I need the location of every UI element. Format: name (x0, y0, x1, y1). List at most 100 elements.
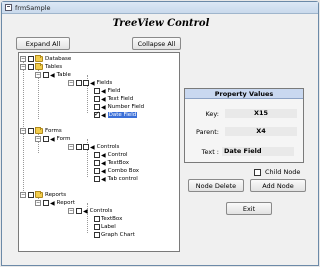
tree-node-label: Report (56, 200, 75, 206)
node-checkbox[interactable] (43, 136, 49, 142)
tree-node-forms[interactable]: − Forms (20, 127, 62, 135)
tree-node-label-item[interactable]: Label (94, 223, 116, 231)
node-checkbox[interactable] (76, 80, 82, 86)
tree-node-field[interactable]: ◀ Field (94, 87, 120, 95)
tree-node-database[interactable]: − Database (20, 55, 71, 63)
tree-node-label: Tables (45, 64, 63, 70)
tree-node-report[interactable]: − ◀ Report (35, 199, 75, 207)
collapse-icon[interactable]: − (20, 56, 26, 62)
tree-node-tables[interactable]: − Tables (20, 63, 62, 71)
tree-node-label: Control (107, 152, 128, 158)
collapse-all-button[interactable]: Collapse All (132, 37, 181, 50)
collapse-icon[interactable]: − (20, 64, 26, 70)
node-checkbox[interactable] (76, 208, 82, 214)
child-node-checkbox[interactable] (254, 168, 261, 176)
tree-node-label: Table (56, 72, 71, 78)
tree-node-label: Number Field (107, 104, 145, 110)
node-checkbox[interactable] (94, 176, 100, 182)
node-checkbox[interactable] (94, 88, 100, 94)
tree-node-control[interactable]: ◀ Control (94, 151, 128, 159)
arrow-left-icon: ◀ (101, 111, 106, 119)
tree-node-label: Reports (45, 192, 67, 198)
node-checkbox[interactable] (94, 168, 100, 174)
key-row: Key: X15 (189, 109, 297, 118)
arrow-left-icon: ◀ (101, 167, 106, 175)
tree-node-graph-chart[interactable]: Graph Chart (94, 231, 135, 239)
tree-node-text-field[interactable]: ◀ Text Field (94, 95, 133, 103)
exit-button[interactable]: Exit (226, 202, 272, 215)
tree-node-controls[interactable]: − ◀ Controls (68, 143, 119, 151)
collapse-icon[interactable]: − (68, 144, 74, 150)
node-checkbox[interactable] (94, 224, 100, 230)
arrow-left-icon: ◀ (90, 143, 95, 151)
panel-title: Property Values (185, 89, 303, 99)
title-bar: frmSample (2, 2, 318, 14)
tree-node-report-controls[interactable]: − ◀ Controls (68, 207, 112, 215)
add-node-button[interactable]: Add Node (250, 179, 306, 192)
node-checkbox[interactable] (43, 200, 49, 206)
property-values-panel: Property Values Key: X15 Parent: X4 Text… (184, 88, 304, 163)
node-checkbox[interactable] (94, 110, 100, 118)
folder-icon (35, 127, 43, 134)
tree-node-combo-box[interactable]: ◀ Combo Box (94, 167, 139, 175)
collapse-icon[interactable]: − (68, 80, 74, 86)
tree-node-report-textbox[interactable]: TextBox (94, 215, 122, 223)
arrow-left-icon: ◀ (101, 87, 106, 95)
tree-node-label: Combo Box (107, 168, 140, 174)
tree-node-tab-control[interactable]: ◀ Tab control (94, 175, 138, 183)
arrow-left-icon: ◀ (50, 199, 55, 207)
collapse-icon[interactable]: − (35, 200, 41, 206)
arrow-left-icon: ◀ (50, 135, 55, 143)
node-checkbox[interactable] (94, 152, 100, 158)
node-checkbox[interactable] (94, 216, 100, 222)
folder-icon (35, 55, 43, 62)
node-checkbox[interactable] (28, 128, 34, 134)
tree-node-reports[interactable]: − Reports (20, 191, 66, 199)
node-checkbox[interactable] (76, 144, 82, 150)
tree-node-label: TextBox (107, 160, 129, 166)
child-node-option[interactable]: Child Node (254, 168, 300, 176)
tree-node-label: Controls (89, 208, 113, 214)
text-label: Text : (201, 147, 219, 156)
window-title: frmSample (15, 3, 51, 12)
tree-node-number-field[interactable]: ◀ Number Field (94, 103, 144, 111)
node-checkbox[interactable] (83, 80, 89, 86)
tree-node-label: Controls (96, 144, 120, 150)
node-checkbox[interactable] (43, 72, 49, 78)
tree-view[interactable]: − Database − Tables − ◀ Table − ◀ Fields (18, 52, 180, 252)
node-checkbox[interactable] (83, 144, 89, 150)
tree-node-textbox[interactable]: ◀ TextBox (94, 159, 129, 167)
node-checkbox[interactable] (94, 160, 100, 166)
tree-node-label: Label (101, 224, 116, 230)
expand-all-button[interactable]: Expand All (16, 37, 70, 50)
node-delete-button[interactable]: Node Delete (188, 179, 244, 192)
arrow-left-icon: ◀ (83, 207, 88, 215)
key-label: Key: (205, 109, 219, 118)
collapse-icon[interactable]: − (35, 136, 41, 142)
collapse-icon[interactable]: − (20, 192, 26, 198)
tree-node-label: Form (56, 136, 71, 142)
tree-node-form[interactable]: − ◀ Form (35, 135, 70, 143)
node-checkbox[interactable] (28, 64, 34, 70)
tree-node-table[interactable]: − ◀ Table (35, 71, 71, 79)
collapse-icon[interactable]: − (68, 208, 74, 214)
parent-label: Parent: (196, 127, 219, 136)
folder-icon (35, 63, 43, 70)
arrow-left-icon: ◀ (90, 79, 95, 87)
tree-node-label: Fields (96, 80, 113, 86)
tree-node-fields[interactable]: − ◀ Fields (68, 79, 112, 87)
arrow-left-icon: ◀ (101, 151, 106, 159)
key-value: X15 (225, 109, 297, 118)
tree-node-date-field[interactable]: ◀ Date Field (94, 110, 138, 119)
arrow-left-icon: ◀ (101, 95, 106, 103)
text-value: Date Field (222, 147, 294, 156)
node-checkbox[interactable] (28, 192, 34, 198)
collapse-icon[interactable]: − (20, 128, 26, 134)
collapse-icon[interactable]: − (35, 72, 41, 78)
tree-node-label: Graph Chart (101, 232, 135, 238)
node-checkbox[interactable] (28, 56, 34, 62)
arrow-left-icon: ◀ (101, 175, 106, 183)
node-checkbox[interactable] (94, 232, 100, 238)
node-checkbox[interactable] (94, 96, 100, 102)
text-row: Text : Date Field (189, 147, 294, 156)
